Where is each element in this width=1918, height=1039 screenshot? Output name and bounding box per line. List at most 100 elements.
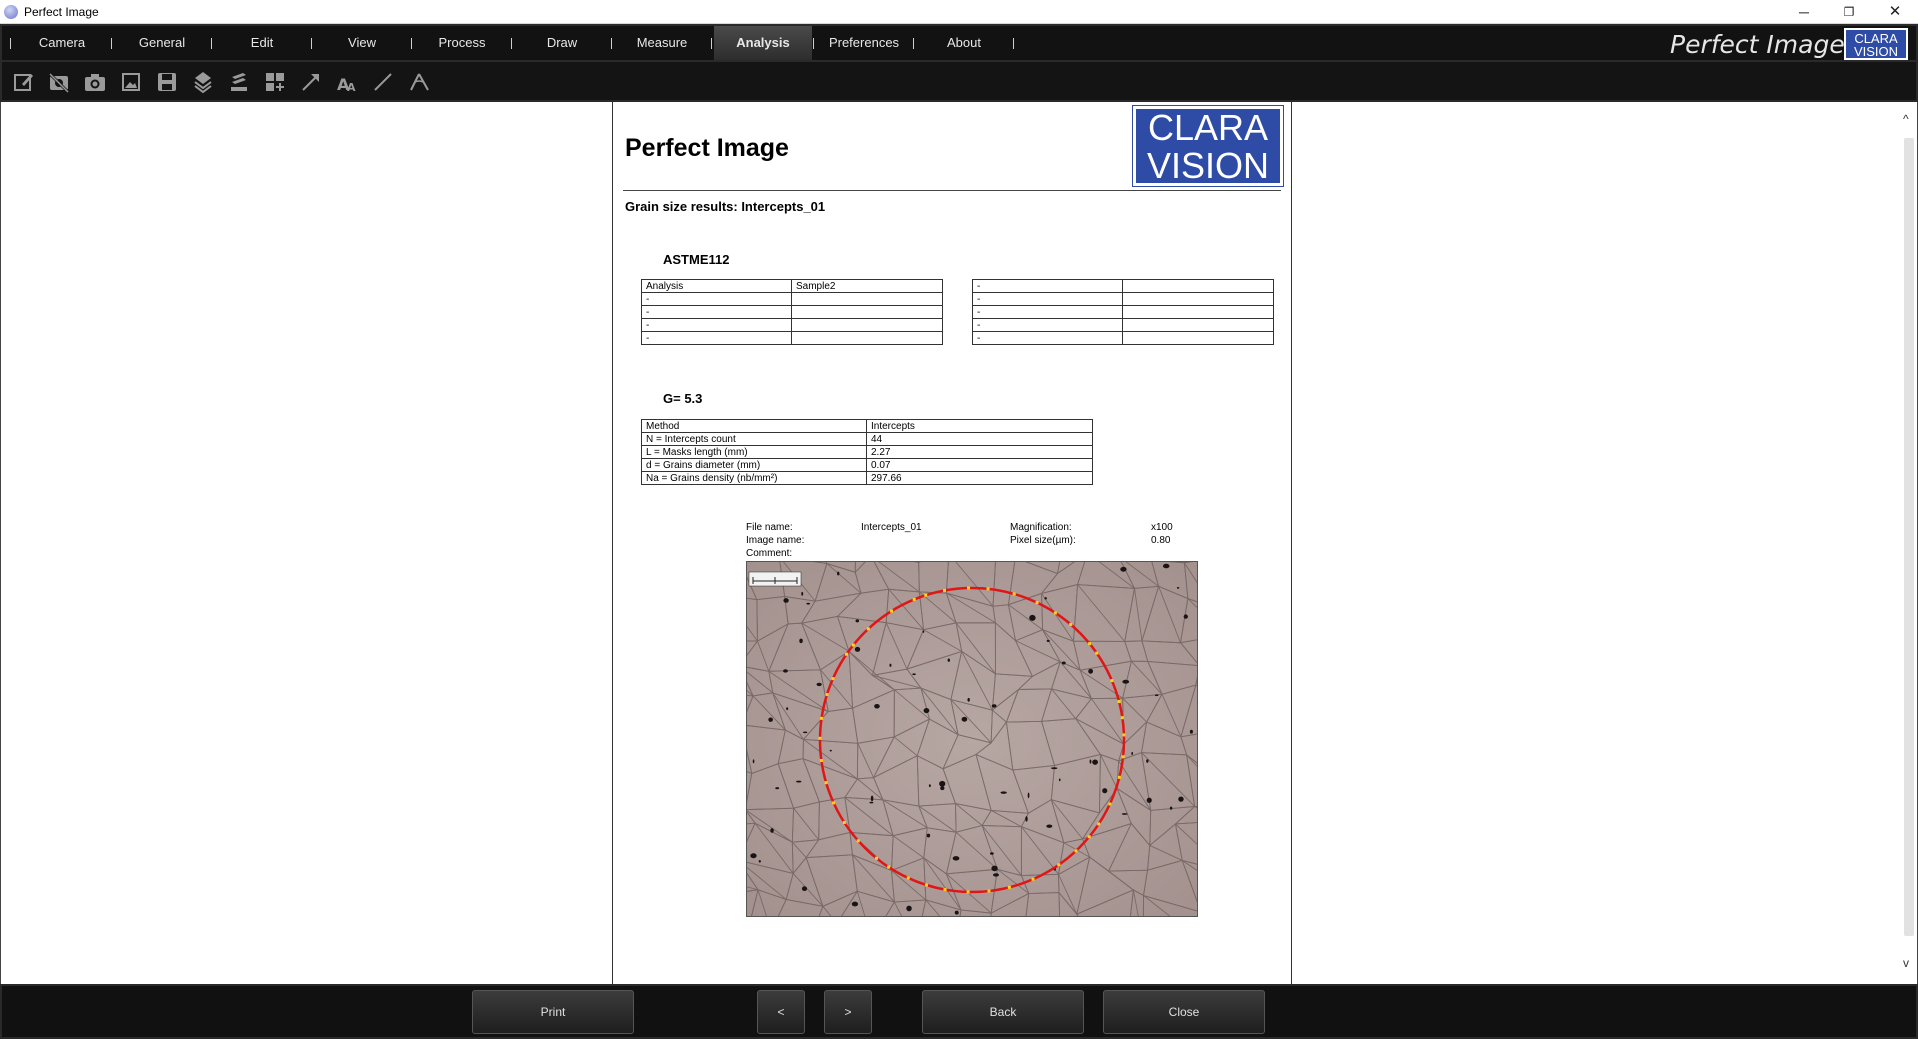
table-cell <box>791 331 943 345</box>
dark-inclusion <box>1154 694 1159 697</box>
dark-inclusion <box>961 716 968 722</box>
image-name-label: Image name: <box>746 535 805 546</box>
dark-inclusion <box>928 784 931 788</box>
save-icon[interactable] <box>152 67 182 97</box>
dark-inclusion <box>954 910 959 915</box>
intercept-point <box>856 839 860 843</box>
intercept-point <box>1117 775 1121 779</box>
text-icon[interactable]: AA <box>332 67 362 97</box>
table-cell: - <box>972 331 1123 345</box>
dark-inclusion <box>1092 759 1098 765</box>
dark-inclusion <box>947 658 950 662</box>
dark-inclusion <box>799 638 803 644</box>
table-row: - <box>972 279 1274 293</box>
table-cell: Na = Grains density (nb/mm²) <box>641 471 867 485</box>
image-icon[interactable] <box>116 67 146 97</box>
arrow-icon[interactable] <box>296 67 326 97</box>
dark-inclusion <box>992 873 1000 877</box>
table-cell: Intercepts <box>866 419 1093 433</box>
table-cell: - <box>972 279 1123 293</box>
menu-view[interactable]: View <box>320 26 404 60</box>
dark-inclusion <box>1000 791 1007 794</box>
stack-icon[interactable] <box>224 67 254 97</box>
intercept-point <box>890 609 894 613</box>
menu-camera[interactable]: Camera <box>20 26 104 60</box>
dark-inclusion <box>870 795 874 802</box>
dark-inclusion <box>967 697 970 702</box>
dark-inclusion <box>1044 597 1047 600</box>
intercept-point <box>820 716 824 720</box>
intercept-point <box>1121 755 1125 759</box>
table-row: Method Intercepts <box>641 419 1093 433</box>
dark-inclusion <box>768 717 773 722</box>
intercept-point <box>987 889 991 893</box>
report-title: Perfect Image <box>625 134 789 162</box>
line-icon[interactable] <box>368 67 398 97</box>
intercept-point <box>874 856 878 860</box>
table-cell: Analysis <box>641 279 792 293</box>
report-logo-line2: VISION <box>1146 145 1270 186</box>
table-cell: 297.66 <box>866 471 1093 485</box>
close-window-button[interactable]: ✕ <box>1872 0 1918 24</box>
report-divider <box>623 190 1281 191</box>
table-cell <box>791 305 943 319</box>
menu-draw[interactable]: Draw <box>520 26 604 60</box>
menu-analysis[interactable]: Analysis <box>714 26 812 60</box>
report-page: Perfect Image CLARA VISION Grain size re… <box>612 102 1292 984</box>
scale-bar <box>748 571 802 587</box>
dark-inclusion <box>1046 824 1053 828</box>
menu-separator <box>311 38 312 49</box>
menu-separator <box>511 38 512 49</box>
intercept-point <box>943 888 947 892</box>
grid-icon[interactable] <box>260 67 290 97</box>
intercept-point <box>1095 651 1099 655</box>
intercept-point <box>1069 622 1073 626</box>
print-button[interactable]: Print <box>472 990 634 1034</box>
table-cell <box>791 318 943 332</box>
maximize-button[interactable]: ❐ <box>1826 0 1872 24</box>
angle-icon[interactable] <box>404 67 434 97</box>
intercept-point <box>1053 611 1057 615</box>
menu-measure[interactable]: Measure <box>620 26 704 60</box>
table-cell: - <box>641 331 792 345</box>
table-row: - <box>972 305 1274 319</box>
scroll-down-icon[interactable]: v <box>1903 956 1909 970</box>
window-title: Perfect Image <box>24 5 99 19</box>
magnification-value: x100 <box>1151 522 1173 533</box>
scroll-up-icon[interactable]: ^ <box>1903 112 1909 126</box>
intercept-point <box>845 652 849 656</box>
menu-general[interactable]: General <box>120 26 204 60</box>
close-button[interactable]: Close <box>1103 990 1265 1034</box>
previous-button[interactable]: < <box>757 990 805 1034</box>
dark-inclusion <box>796 780 802 783</box>
table-cell: 0.07 <box>866 458 1093 472</box>
brand-title: Perfect Image <box>1670 30 1845 59</box>
dark-inclusion <box>906 905 912 912</box>
no-camera-icon[interactable] <box>44 67 74 97</box>
dark-inclusion <box>1058 778 1061 782</box>
intercept-point <box>1087 835 1091 839</box>
g-value: G= 5.3 <box>663 391 703 406</box>
menu-about[interactable]: About <box>922 26 1006 60</box>
table-cell: 2.27 <box>866 445 1093 459</box>
menu-process[interactable]: Process <box>420 26 504 60</box>
next-button[interactable]: > <box>824 990 872 1034</box>
toolbar: AA <box>0 62 1918 102</box>
layers-icon[interactable] <box>188 67 218 97</box>
edit-icon[interactable] <box>8 67 38 97</box>
menu-separator <box>813 38 814 49</box>
dark-inclusion <box>1121 813 1128 815</box>
dark-inclusion <box>786 707 789 711</box>
menu-edit[interactable]: Edit <box>220 26 304 60</box>
intercept-point <box>1088 642 1092 646</box>
menu-separator <box>611 38 612 49</box>
intercept-point <box>986 587 990 591</box>
intercept-point <box>924 883 928 887</box>
dark-inclusion <box>1089 759 1092 764</box>
camera-icon[interactable] <box>80 67 110 97</box>
dark-inclusion <box>1146 759 1149 763</box>
scrollbar-thumb[interactable] <box>1904 138 1914 936</box>
minimize-button[interactable]: ─ <box>1781 0 1827 24</box>
menu-preferences[interactable]: Preferences <box>820 26 908 60</box>
back-button[interactable]: Back <box>922 990 1084 1034</box>
